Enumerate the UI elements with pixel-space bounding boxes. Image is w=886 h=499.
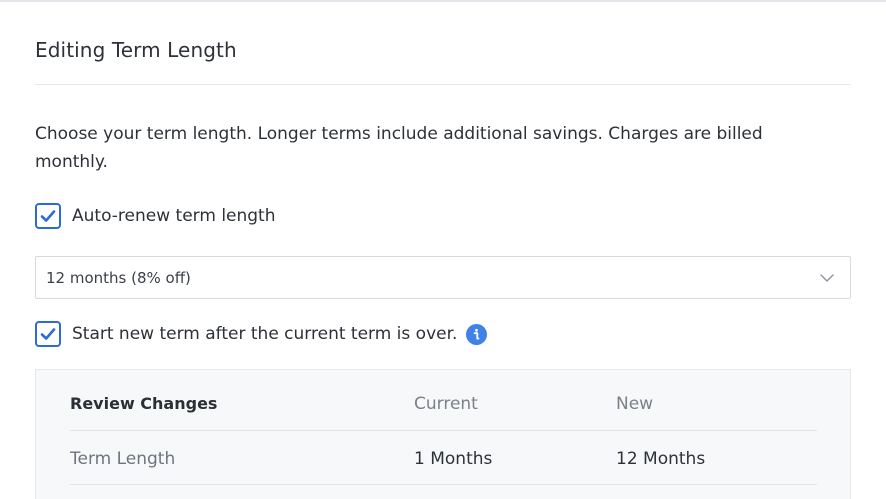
term-length-current-value: 1 Months — [414, 448, 493, 469]
review-changes-table: Review Changes Current New Term Length 1… — [35, 369, 851, 499]
auto-renew-checkbox[interactable] — [35, 203, 61, 229]
checkmark-icon — [40, 328, 56, 340]
review-changes-heading: Review Changes — [70, 394, 218, 413]
info-icon[interactable] — [466, 323, 488, 345]
term-length-select[interactable]: 12 months (8% off) — [35, 256, 851, 299]
review-header-row: Review Changes Current New — [70, 376, 817, 431]
row-divider — [70, 484, 817, 485]
top-divider — [0, 0, 886, 2]
page-title: Editing Term Length — [35, 38, 237, 62]
auto-renew-row: Auto-renew term length — [35, 203, 276, 229]
term-length-new-value: 12 Months — [616, 448, 706, 469]
new-column-header: New — [616, 393, 654, 414]
start-new-term-row: Start new term after the current term is… — [35, 321, 488, 347]
term-length-value: 12 months (8% off) — [46, 268, 191, 287]
description-text: Choose your term length. Longer terms in… — [35, 124, 763, 172]
start-new-term-checkbox[interactable] — [35, 321, 61, 347]
table-row: Term Length 1 Months 12 Months — [70, 430, 817, 485]
title-divider — [35, 84, 850, 85]
auto-renew-label[interactable]: Auto-renew term length — [72, 206, 276, 226]
chevron-down-icon — [820, 274, 834, 282]
start-new-term-label[interactable]: Start new term after the current term is… — [72, 324, 457, 344]
term-length-row-label: Term Length — [70, 448, 176, 469]
checkmark-icon — [40, 210, 56, 222]
edit-term-panel: Editing Term Length Choose your term len… — [0, 0, 886, 499]
current-column-header: Current — [414, 393, 478, 414]
